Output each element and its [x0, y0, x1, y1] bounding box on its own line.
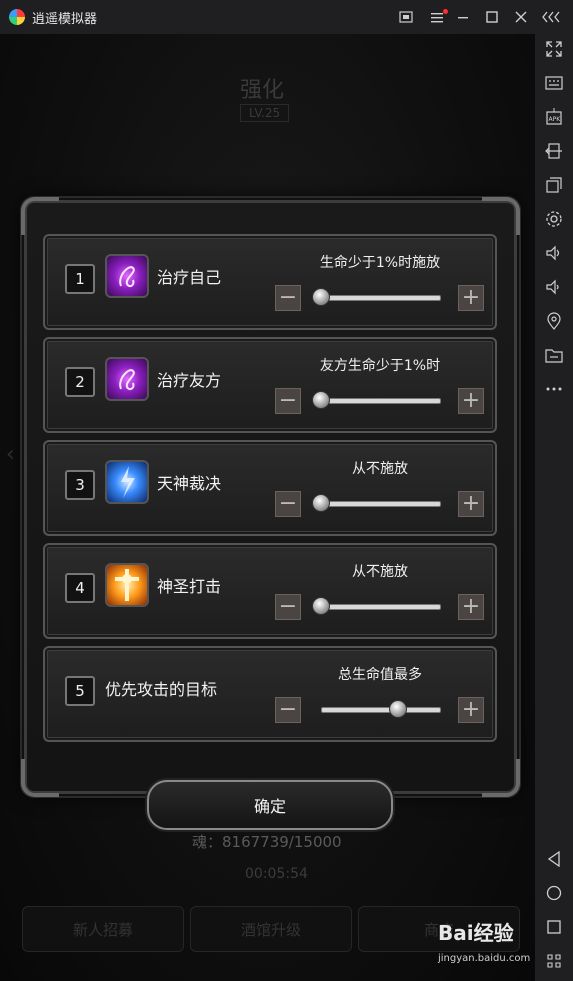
cast-condition: 从不施放: [352, 461, 408, 477]
svg-text:APK: APK: [549, 116, 562, 123]
holy-strike-icon: [105, 563, 149, 607]
close-icon[interactable]: [511, 7, 531, 27]
soul-counter: 魂：8167739/15000: [192, 833, 342, 851]
fullscreen-icon[interactable]: [543, 38, 565, 60]
condition-slider-knob[interactable]: [312, 288, 330, 306]
grid-icon[interactable]: [543, 950, 565, 972]
condition-slider-knob[interactable]: [312, 391, 330, 409]
condition-slider-knob[interactable]: [312, 597, 330, 615]
decrease-button[interactable]: −: [275, 594, 301, 620]
priority-number: 4: [65, 573, 95, 603]
notification-dot: [443, 9, 448, 14]
cast-condition: 从不施放: [352, 564, 408, 580]
maximize-icon[interactable]: [482, 7, 502, 27]
collapse-sidebar-icon[interactable]: [542, 7, 562, 27]
recents-icon[interactable]: [543, 916, 565, 938]
recruit-button[interactable]: 新人招募: [22, 906, 184, 952]
app-logo-icon: [9, 9, 25, 25]
volume-up-icon[interactable]: [543, 242, 565, 264]
screen-icon[interactable]: [396, 7, 416, 27]
title-bar: 逍遥模拟器: [0, 0, 573, 34]
condition-slider-track[interactable]: [321, 398, 441, 404]
bg-level-text: LV.25: [240, 104, 290, 122]
more-icon[interactable]: [543, 378, 565, 400]
back-icon[interactable]: [543, 848, 565, 870]
condition-slider-track[interactable]: [321, 604, 441, 610]
volume-down-icon[interactable]: [543, 276, 565, 298]
decrease-button[interactable]: −: [275, 697, 301, 723]
sync-icon[interactable]: [543, 140, 565, 162]
frame-corner: [21, 759, 59, 797]
skill-name: 天神裁决: [157, 474, 222, 493]
baidu-watermark-url: jingyan.baidu.com: [438, 953, 531, 964]
decrease-button[interactable]: −: [275, 491, 301, 517]
frame-corner: [21, 197, 59, 235]
increase-button[interactable]: +: [458, 388, 484, 414]
cast-condition: 生命少于1%时施放: [319, 255, 441, 271]
keyboard-icon[interactable]: [543, 72, 565, 94]
window-title: 逍遥模拟器: [32, 11, 98, 27]
priority-number: 2: [65, 367, 95, 397]
minimize-icon[interactable]: [453, 7, 473, 27]
left-arrow-icon[interactable]: ‹: [6, 442, 15, 467]
skill-row: 3 天神裁决 从不施放 − +: [43, 440, 497, 536]
skill-name: 神圣打击: [157, 577, 222, 596]
timer-text: 00:05:54: [245, 866, 308, 882]
skill-settings-dialog: 1 治疗自己 生命少于1%时施放 − + 2 治疗友方 友方生命少于1%时 − …: [21, 197, 520, 797]
decrease-button[interactable]: −: [275, 388, 301, 414]
confirm-button[interactable]: 确定: [147, 780, 393, 830]
target-priority-row: 5 优先攻击的目标 总生命值最多 − +: [43, 646, 497, 742]
game-screen: 强化 LV.25 生存/攻击 设定 ‹ › 魂：8167739/15000 00…: [0, 34, 535, 981]
location-icon[interactable]: [543, 310, 565, 332]
frame-corner: [482, 759, 520, 797]
condition-slider-track[interactable]: [321, 501, 441, 507]
increase-button[interactable]: +: [458, 285, 484, 311]
target-condition: 总生命值最多: [338, 667, 422, 683]
emulator-sidebar: APK: [535, 34, 573, 981]
heal-ally-icon: [105, 357, 149, 401]
skill-row: 1 治疗自己 生命少于1%时施放 − +: [43, 234, 497, 330]
target-slider-track[interactable]: [321, 707, 441, 713]
baidu-watermark: Bai经验: [438, 921, 514, 945]
bg-name-text: 强化: [240, 78, 285, 103]
tavern-upgrade-button[interactable]: 酒馆升级: [190, 906, 352, 952]
skill-row: 2 治疗友方 友方生命少于1%时 − +: [43, 337, 497, 433]
multi-window-icon[interactable]: [543, 174, 565, 196]
target-slider-knob[interactable]: [389, 700, 407, 718]
home-icon[interactable]: [543, 882, 565, 904]
priority-number: 1: [65, 264, 95, 294]
skill-row: 4 神圣打击 从不施放 − +: [43, 543, 497, 639]
condition-slider-knob[interactable]: [312, 494, 330, 512]
condition-slider-track[interactable]: [321, 295, 441, 301]
priority-number: 3: [65, 470, 95, 500]
frame-corner: [482, 197, 520, 235]
folder-icon[interactable]: [543, 344, 565, 366]
increase-button[interactable]: +: [458, 697, 484, 723]
cast-condition: 友方生命少于1%时: [319, 358, 441, 374]
heal-self-icon: [105, 254, 149, 298]
skill-name: 治疗友方: [157, 371, 222, 390]
priority-number: 5: [65, 676, 95, 706]
increase-button[interactable]: +: [458, 491, 484, 517]
skill-name: 治疗自己: [157, 268, 222, 287]
divine-judgment-icon: [105, 460, 149, 504]
apk-install-icon[interactable]: APK: [543, 106, 565, 128]
target-priority-label: 优先攻击的目标: [105, 680, 218, 699]
settings-gear-icon[interactable]: [543, 208, 565, 230]
increase-button[interactable]: +: [458, 594, 484, 620]
decrease-button[interactable]: −: [275, 285, 301, 311]
